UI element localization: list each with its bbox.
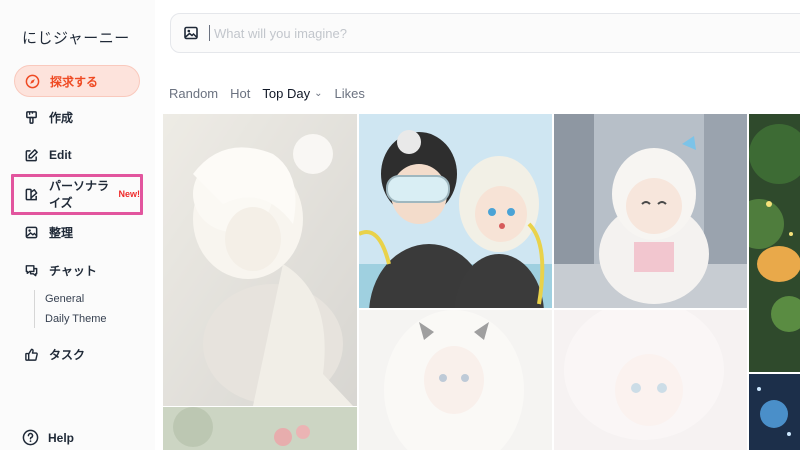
gallery-image[interactable]	[359, 310, 552, 450]
sidebar-subitem-daily-theme[interactable]: Daily Theme	[45, 313, 107, 325]
help-icon	[22, 429, 39, 446]
sidebar-item-label: チャット	[49, 263, 97, 278]
gallery-image[interactable]	[749, 114, 800, 372]
help-label: Help	[48, 430, 75, 445]
sidebar-item-label: 整理	[49, 225, 74, 240]
brush-icon	[24, 110, 39, 125]
prompt-input[interactable]	[209, 25, 609, 41]
gallery-image[interactable]	[163, 114, 357, 406]
image-icon	[24, 225, 39, 240]
gallery-image[interactable]	[554, 114, 747, 308]
sidebar-item-organize[interactable]: 整理	[14, 216, 140, 248]
gallery-image[interactable]	[163, 407, 357, 450]
filter-random[interactable]: Random	[169, 86, 218, 101]
app-title[interactable]: にじジャーニー	[22, 27, 130, 48]
filter-likes[interactable]: Likes	[334, 86, 364, 101]
sidebar-subitem-general[interactable]: General	[45, 293, 84, 305]
sidebar-item-edit[interactable]: Edit	[14, 139, 140, 171]
compass-icon	[25, 74, 40, 89]
chevron-down-icon: ⌄	[314, 88, 323, 99]
sidebar-item-create[interactable]: 作成	[14, 101, 140, 133]
highlight-box	[11, 174, 143, 215]
gallery-image[interactable]	[554, 310, 747, 450]
sidebar-item-label: 探求する	[50, 74, 99, 89]
gallery-image[interactable]	[359, 114, 552, 308]
sidebar-item-label: 作成	[49, 110, 74, 125]
sidebar-item-label: Edit	[49, 148, 72, 162]
sidebar-item-explore[interactable]: 探求する	[14, 65, 140, 97]
sidebar-item-tasks[interactable]: タスク	[14, 338, 140, 370]
image-icon[interactable]	[183, 25, 199, 41]
divider	[34, 290, 35, 328]
thumbs-up-icon	[24, 347, 39, 362]
filter-top-day[interactable]: Top Day ⌄	[262, 86, 322, 101]
sidebar-item-label: タスク	[49, 347, 86, 362]
help-button[interactable]: Help	[22, 429, 74, 446]
filter-label: Top Day	[262, 86, 311, 101]
sidebar-item-chat[interactable]: チャット	[14, 254, 140, 286]
filter-hot[interactable]: Hot	[230, 86, 250, 101]
feed-filters: Random Hot Top Day ⌄ Likes	[169, 86, 377, 101]
edit-icon	[24, 148, 39, 163]
gallery-image[interactable]	[749, 374, 800, 450]
prompt-bar[interactable]	[170, 13, 800, 53]
sidebar: にじジャーニー 探求する 作成 Edit パーソナライズ New! 整理 チャッ…	[0, 0, 155, 450]
chat-icon	[24, 263, 39, 278]
